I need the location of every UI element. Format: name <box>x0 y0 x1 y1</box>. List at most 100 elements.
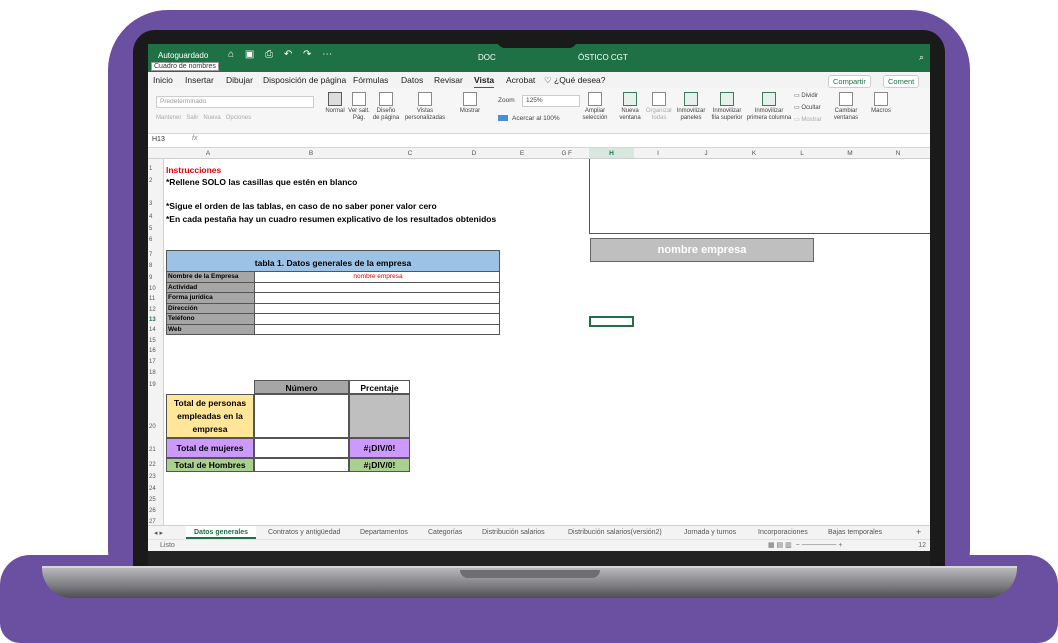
total-men-label[interactable]: Total de Hombres <box>166 458 254 472</box>
total-men-percent[interactable]: #¡DIV/0! <box>349 458 410 472</box>
menu-inicio[interactable]: Inicio <box>153 75 173 85</box>
row-label[interactable]: Web <box>167 324 255 334</box>
column-header[interactable]: B <box>252 150 370 157</box>
input-cell[interactable] <box>257 304 499 314</box>
hide-button[interactable]: ▭ Ocultar <box>794 105 828 112</box>
row-label[interactable]: Teléfono <box>167 314 255 324</box>
split-button[interactable]: ▭ Dividir <box>794 93 828 100</box>
total-women-number[interactable] <box>254 438 349 458</box>
company-name-cell[interactable]: nombre empresa <box>257 272 499 282</box>
menu-dibujar[interactable]: Dibujar <box>226 75 253 85</box>
menu-acrobat[interactable]: Acrobat <box>506 75 535 85</box>
row-number[interactable]: 22 <box>149 462 163 468</box>
column-header[interactable]: G <box>542 150 586 157</box>
menu-formulas[interactable]: Fórmulas <box>353 75 388 85</box>
total-women-percent[interactable]: #¡DIV/0! <box>349 438 410 458</box>
zoom-100-button[interactable]: Acercar al 100% <box>498 115 560 122</box>
column-header[interactable]: J <box>682 150 730 157</box>
total-women-label[interactable]: Total de mujeres <box>166 438 254 458</box>
row-number[interactable]: 16 <box>149 348 163 354</box>
row-label[interactable]: Actividad <box>167 282 255 292</box>
instruction-line[interactable]: *Sigue el orden de las tablas, en caso d… <box>166 201 437 211</box>
row-number[interactable]: 10 <box>149 286 163 292</box>
row-number[interactable]: 9 <box>149 275 163 281</box>
freeze-top-row-button[interactable]: Inmovilizar fila superior <box>708 92 746 122</box>
keep-button[interactable]: Mantener <box>156 115 181 121</box>
column-header[interactable]: C <box>370 150 450 157</box>
column-header[interactable]: E <box>498 150 546 157</box>
selected-cell-h13[interactable] <box>589 316 634 327</box>
freeze-first-col-button[interactable]: Inmovilizar primera columna <box>746 92 792 122</box>
row-number[interactable]: 2 <box>149 178 163 184</box>
column-header[interactable]: A <box>164 150 252 157</box>
input-cell[interactable] <box>257 293 499 303</box>
switch-windows-button[interactable]: Cambiar ventanas <box>831 92 861 122</box>
freeze-panes-button[interactable]: Inmovilizar paneles <box>674 92 708 122</box>
row-number[interactable]: 15 <box>149 338 163 344</box>
row-number[interactable]: 8 <box>149 263 163 269</box>
row-number[interactable]: 17 <box>149 359 163 365</box>
menu-vista[interactable]: Vista <box>474 75 495 89</box>
table2-header-percent[interactable]: Prcentaje <box>349 380 410 394</box>
total-employees-label[interactable]: Total de personas empleadas en la empres… <box>166 394 254 438</box>
menu-disposicion[interactable]: Disposición de página <box>263 75 346 85</box>
menu-datos[interactable]: Datos <box>401 75 423 85</box>
tab-distribucion-salarios[interactable]: Distribución salarios <box>482 529 545 536</box>
tell-me-icon[interactable]: ♡ <box>544 75 552 86</box>
share-button[interactable]: Compartir <box>828 75 871 88</box>
row-number[interactable]: 21 <box>149 447 163 453</box>
zoom-selection-button[interactable]: Ampliar selección <box>578 92 612 122</box>
column-header[interactable]: M <box>826 150 874 157</box>
name-box[interactable]: H13 <box>152 136 165 143</box>
tab-departamentos[interactable]: Departamentos <box>360 529 408 536</box>
search-icon[interactable]: ⌕ <box>919 52 924 63</box>
column-header[interactable]: K <box>730 150 778 157</box>
row-label[interactable]: Dirección <box>167 303 255 313</box>
table2-header-number[interactable]: Número <box>254 380 349 394</box>
scroll-left-icon[interactable]: ◂ ▸ <box>154 529 163 537</box>
page-break-button[interactable]: Ver salt. Pág. <box>348 92 370 122</box>
tab-jornada[interactable]: Jornada y turnos <box>684 529 736 536</box>
row-number[interactable]: 14 <box>149 327 163 333</box>
row-number[interactable]: 18 <box>149 370 163 376</box>
row-number[interactable]: 23 <box>149 474 163 480</box>
show-button[interactable]: Mostrar <box>453 92 487 115</box>
column-header[interactable]: L <box>778 150 826 157</box>
new-window-button[interactable]: Nueva ventana <box>616 92 644 122</box>
row-number[interactable]: 11 <box>149 296 163 302</box>
row-label[interactable]: Forma jurídica <box>167 293 255 303</box>
row-number[interactable]: 20 <box>149 424 163 430</box>
row-number[interactable]: 4 <box>149 214 163 220</box>
column-header-selected[interactable]: H <box>589 148 634 158</box>
tab-distribucion-salarios-v2[interactable]: Distribución salarios(versión2) <box>568 529 662 536</box>
row-number[interactable]: 3 <box>149 201 163 207</box>
instructions-title[interactable]: Instrucciones <box>166 165 221 175</box>
unhide-button[interactable]: ▭ Mostrar <box>794 117 828 124</box>
row-number[interactable]: 12 <box>149 307 163 313</box>
row-number[interactable]: 25 <box>149 497 163 503</box>
sheet-view-select[interactable]: Predeterminado <box>156 96 314 108</box>
row-number-selected[interactable]: 13 <box>149 317 163 323</box>
fx-icon[interactable]: fx <box>192 135 197 142</box>
tab-contratos[interactable]: Contratos y antigüedad <box>268 529 340 536</box>
autosave-toggle[interactable]: Autoguardado <box>158 51 208 60</box>
row-number[interactable]: 24 <box>149 486 163 492</box>
row-number[interactable]: 5 <box>149 226 163 232</box>
input-cell[interactable] <box>257 283 499 293</box>
macros-button[interactable]: Macros <box>867 92 895 115</box>
column-header[interactable]: N <box>874 150 922 157</box>
instruction-line[interactable]: *Rellene SOLO las casillas que estén en … <box>166 177 357 187</box>
company-summary-box[interactable]: nombre empresa <box>590 238 814 262</box>
add-sheet-button[interactable]: + <box>916 527 921 537</box>
row-number[interactable]: 26 <box>149 508 163 514</box>
menu-insertar[interactable]: Insertar <box>185 75 214 85</box>
arrange-all-button[interactable]: Organizar todas <box>644 92 674 122</box>
input-cell[interactable] <box>257 314 499 324</box>
row-number[interactable]: 6 <box>149 237 163 243</box>
custom-views-button[interactable]: Vistas personalizadas <box>402 92 448 122</box>
tab-incorporaciones[interactable]: Incorporaciones <box>758 529 808 536</box>
exit-button[interactable]: Salir <box>186 115 198 121</box>
total-employees-percent[interactable] <box>349 394 410 438</box>
row-label[interactable]: Nombre de la Empresa <box>167 272 255 282</box>
new-button[interactable]: Nueva <box>203 115 220 121</box>
